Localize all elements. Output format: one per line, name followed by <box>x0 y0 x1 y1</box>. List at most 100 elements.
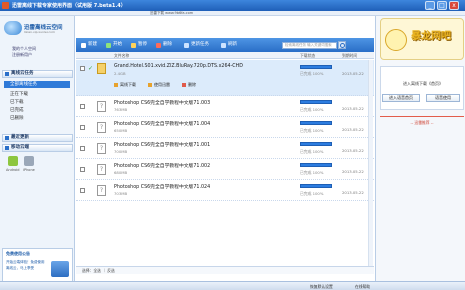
notice-body[interactable]: 开始云端体验！免费使用离线云，马上享受 <box>6 259 46 271</box>
sidebar-item-downloading[interactable]: 正在下载 <box>10 91 28 97</box>
sidebar-item-deleted[interactable]: 已删除 <box>10 115 24 121</box>
right-panel: 暴龙网吧 进入离线下载《首页》 进入语音首页 语音使用 -- 迅雷推荐 -- <box>375 16 465 281</box>
maximize-button[interactable]: □ <box>437 1 447 10</box>
new-button[interactable]: 新建 <box>81 41 97 49</box>
divider <box>380 116 464 117</box>
mascot-icon <box>385 29 407 51</box>
offline-download-button[interactable]: 离线下载 <box>114 82 136 88</box>
trash-icon <box>182 83 186 87</box>
android-icon[interactable] <box>8 156 18 166</box>
sidebar-item-all[interactable]: 全部离线任务 <box>4 81 70 88</box>
unknown-file-icon: ? <box>97 164 106 175</box>
register-link[interactable]: 注册新用户 <box>12 52 32 58</box>
restore-defaults-link[interactable]: 恢复默认设置 <box>310 284 333 290</box>
iphone-label: iPhone <box>23 168 35 172</box>
search-input[interactable]: 检索离线任务 输入关键词搜索 <box>282 42 337 49</box>
delete-icon <box>156 43 161 48</box>
task-row[interactable]: ? Photoshop CS6完全自学教程中文版71.004 650MB 已完成… <box>76 117 374 138</box>
unknown-file-icon: ? <box>97 122 106 133</box>
progress-bar <box>300 65 332 69</box>
notice-title: 免费使用公告 <box>6 251 30 256</box>
promo-box: 进入离线下载《首页》 <box>380 66 464 110</box>
brand-logo: 迅雷离线云空间 lixian.vip.xunlei.com <box>4 19 72 47</box>
progress-bar <box>300 184 332 188</box>
task-status: 已完成 100% <box>300 128 324 133</box>
task-name: Photoshop CS6完全自学教程中文版71.001 <box>114 143 211 148</box>
delete-button[interactable]: 删除 <box>156 41 172 49</box>
row-checkbox[interactable] <box>80 167 85 172</box>
brand-sub: lixian.vip.xunlei.com <box>24 30 55 34</box>
online-help-link[interactable]: 在线帮助 <box>355 284 370 290</box>
sidebar: 迅雷离线云空间 lixian.vip.xunlei.com 我的个人空间 注册新… <box>0 16 75 290</box>
play-icon <box>106 43 111 48</box>
task-status: 已完成 100% <box>300 149 324 154</box>
section-devices-label: 移动云端 <box>11 145 29 150</box>
select-all-link[interactable]: 选择：全选 ｜ 反选 <box>82 268 115 274</box>
voice-use-button[interactable]: 语音使用 <box>426 94 460 102</box>
task-row[interactable]: ? Photoshop CS6完全自学教程中文版71.024 703MB 已完成… <box>76 180 374 201</box>
col-status[interactable]: 下载状态 <box>300 53 315 59</box>
task-row[interactable]: ? Photoshop CS6完全自学教程中文版71.002 680MB 已完成… <box>76 159 374 180</box>
use-xunlei-button[interactable]: 使用迅雷 <box>148 82 170 88</box>
iphone-icon[interactable] <box>24 156 34 166</box>
promo-image[interactable] <box>51 261 69 277</box>
task-row[interactable]: ? Photoshop CS6完全自学教程中文版71.001 700MB 已完成… <box>76 138 374 159</box>
row-delete-button[interactable]: 删除 <box>182 82 196 88</box>
promo-logo[interactable]: 暴龙网吧 <box>380 18 464 60</box>
update-icon <box>5 136 9 140</box>
sidebar-item-completed[interactable]: 已完成 <box>10 107 24 113</box>
window-title-bar: 迅雷离线下载专家使用界面（试用版 7.beta1.4） _ □ x <box>0 0 465 11</box>
window-title: 迅雷离线下载专家使用界面（试用版 7.beta1.4） <box>12 3 126 9</box>
task-size: 703MB <box>114 191 128 196</box>
refresh-button[interactable]: 刷新 <box>221 41 237 49</box>
task-name: Photoshop CS6完全自学教程中文版71.002 <box>114 164 211 169</box>
search-icon[interactable] <box>338 41 346 49</box>
section-updates[interactable]: 最近更新 <box>2 134 73 142</box>
task-status: 已完成 100% <box>300 71 324 76</box>
row-checkbox[interactable] <box>80 125 85 130</box>
task-name: Photoshop CS6完全自学教程中文版71.003 <box>114 101 211 106</box>
column-header: 文件名称 下载状态 到期时间 <box>76 52 374 59</box>
row-checkbox[interactable] <box>80 188 85 193</box>
voice-home-button[interactable]: 进入语音首页 <box>382 94 420 102</box>
mobile-icon <box>5 146 9 150</box>
promo-text[interactable]: 进入离线下载《首页》 <box>381 81 465 87</box>
unknown-file-icon: ? <box>97 101 106 112</box>
section-tasks[interactable]: 离线云任务 <box>2 70 73 78</box>
task-size: 680MB <box>114 170 128 175</box>
col-name[interactable]: 文件名称 <box>114 53 129 59</box>
task-name: Photoshop CS6完全自学教程中文版71.024 <box>114 185 211 190</box>
row-checkbox[interactable] <box>80 146 85 151</box>
section-tasks-label: 离线云任务 <box>11 71 34 76</box>
task-size: 763MB <box>114 107 128 112</box>
progress-bar <box>300 142 332 146</box>
start-button[interactable]: 开始 <box>106 41 122 49</box>
video-file-icon <box>97 63 106 74</box>
row-checkbox[interactable] <box>80 66 85 71</box>
android-label: Android <box>6 168 20 172</box>
folder-icon <box>5 72 9 76</box>
unknown-file-icon: ? <box>97 185 106 196</box>
app-icon <box>2 2 9 9</box>
progress-bar <box>300 121 332 125</box>
task-row[interactable]: ✓ Grand.Hotel.S01.xvid.ZlZ.BluRay.720p.D… <box>76 60 374 96</box>
row-checkbox[interactable] <box>80 104 85 109</box>
sidebar-item-downloaded[interactable]: 已下载 <box>10 99 24 105</box>
col-date[interactable]: 到期时间 <box>342 53 357 59</box>
task-date: 2013.05.22 <box>342 127 364 132</box>
check-icon: ✓ <box>88 65 94 72</box>
pause-button[interactable]: 暂停 <box>131 41 147 49</box>
minimize-button[interactable]: _ <box>425 1 435 10</box>
progress-bar <box>300 163 332 167</box>
close-button[interactable]: x <box>449 1 459 10</box>
task-list-scrollbar[interactable] <box>368 60 373 266</box>
unknown-file-icon: ? <box>97 143 106 154</box>
section-devices[interactable]: 移动云端 <box>2 144 73 152</box>
update-task-button[interactable]: 更新任务 <box>184 41 209 49</box>
status-bar: 恢复默认设置 在线帮助 <box>0 281 465 290</box>
url-text: 迅雷下载 www.9b6fa.com <box>150 11 194 15</box>
task-name: Photoshop CS6完全自学教程中文版71.004 <box>114 122 211 127</box>
task-row[interactable]: ? Photoshop CS6完全自学教程中文版71.003 763MB 已完成… <box>76 96 374 117</box>
sync-icon <box>184 43 189 48</box>
download-icon <box>114 83 118 87</box>
